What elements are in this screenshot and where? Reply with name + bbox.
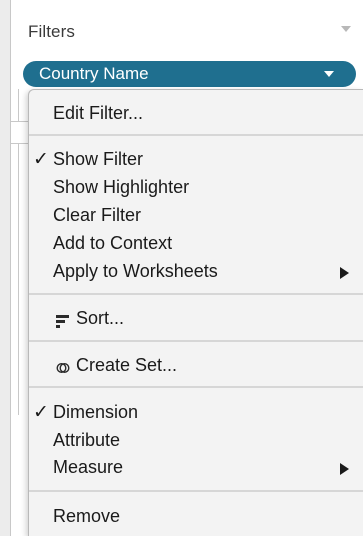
caret-down-icon[interactable] xyxy=(324,71,334,77)
panel-divider xyxy=(18,89,19,121)
menu-item-measure[interactable]: Measure xyxy=(29,454,363,482)
menu-item-label: Apply to Worksheets xyxy=(53,261,218,281)
menu-item-label: Create Set... xyxy=(76,355,178,375)
menu-separator xyxy=(29,490,363,492)
menu-item-label: Clear Filter xyxy=(53,205,142,225)
menu-item-label: Add to Context xyxy=(53,233,173,253)
checkmark-icon: ✓ xyxy=(33,401,49,423)
menu-item-label: Remove xyxy=(53,506,121,526)
pill-context-menu: Edit Filter... ✓ Show Filter Show Highli… xyxy=(28,89,363,536)
menu-item-label: Edit Filter... xyxy=(53,103,144,123)
checkmark-icon: ✓ xyxy=(33,148,49,170)
menu-item-label: Attribute xyxy=(53,430,121,450)
menu-item-show-filter[interactable]: ✓ Show Filter xyxy=(29,146,363,174)
menu-separator xyxy=(29,340,363,342)
menu-item-apply-to-worksheets[interactable]: Apply to Worksheets xyxy=(29,258,363,286)
menu-item-attribute[interactable]: Attribute xyxy=(29,427,363,455)
menu-item-label: Show Filter xyxy=(53,149,144,169)
filters-shelf-title: Filters xyxy=(28,22,75,41)
panel-divider xyxy=(10,143,28,144)
menu-item-clear-filter[interactable]: Clear Filter xyxy=(29,202,363,230)
menu-item-label: Dimension xyxy=(53,402,139,422)
menu-item-dimension[interactable]: ✓ Dimension xyxy=(29,399,363,427)
menu-item-sort[interactable]: Sort... xyxy=(29,305,363,333)
country-name-pill[interactable]: Country Name xyxy=(23,61,356,87)
menu-item-create-set[interactable]: Create Set... xyxy=(29,352,363,380)
menu-separator xyxy=(29,134,363,136)
set-icon xyxy=(56,362,70,374)
chevron-right-icon xyxy=(340,463,349,475)
menu-separator xyxy=(29,293,363,295)
filters-shelf-header: Filters xyxy=(10,0,363,60)
panel-divider xyxy=(18,143,19,415)
menu-item-label: Measure xyxy=(53,457,124,477)
menu-item-edit-filter[interactable]: Edit Filter... xyxy=(29,100,363,128)
panel-divider xyxy=(10,121,28,122)
menu-item-add-to-context[interactable]: Add to Context xyxy=(29,230,363,258)
menu-item-label: Show Highlighter xyxy=(53,177,190,197)
filters-menu-caret-icon[interactable] xyxy=(341,26,351,32)
menu-item-remove[interactable]: Remove xyxy=(29,503,363,531)
menu-item-show-highlighter[interactable]: Show Highlighter xyxy=(29,174,363,202)
sort-icon xyxy=(56,315,69,328)
menu-item-label: Sort... xyxy=(76,308,125,328)
pill-label: Country Name xyxy=(39,64,149,83)
menu-separator xyxy=(29,386,363,388)
chevron-right-icon xyxy=(340,267,349,279)
